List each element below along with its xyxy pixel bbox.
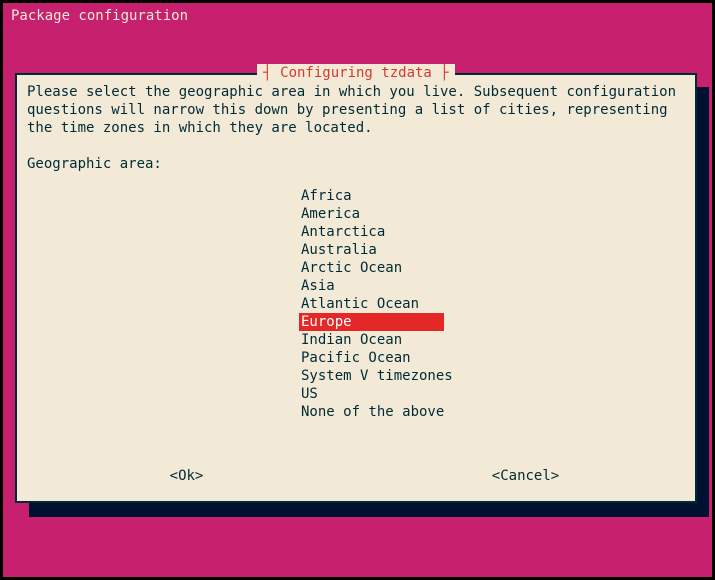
geographic-area-list[interactable]: Africa America Antarctica Australia Arct… xyxy=(299,187,459,421)
list-item-selected[interactable]: Europe xyxy=(299,313,444,331)
list-item[interactable]: Antarctica xyxy=(299,223,459,241)
list-item[interactable]: Indian Ocean xyxy=(299,331,459,349)
dialog-intro-text: Please select the geographic area in whi… xyxy=(27,83,685,137)
dialog-prompt: Geographic area: xyxy=(27,155,685,173)
screen-title: Package configuration xyxy=(3,3,712,25)
list-item[interactable]: None of the above xyxy=(299,403,459,421)
list-item[interactable]: Atlantic Ocean xyxy=(299,295,459,313)
list-item[interactable]: System V timezones xyxy=(299,367,459,385)
cancel-button[interactable]: <Cancel> xyxy=(356,467,695,485)
ok-button[interactable]: <Ok> xyxy=(17,467,356,485)
list-item[interactable]: US xyxy=(299,385,459,403)
list-item[interactable]: Asia xyxy=(299,277,459,295)
dialog-body: Please select the geographic area in whi… xyxy=(17,75,695,431)
list-item[interactable]: America xyxy=(299,205,459,223)
config-dialog: ┤ Configuring tzdata ├ Please select the… xyxy=(15,73,697,503)
list-item[interactable]: Pacific Ocean xyxy=(299,349,459,367)
dialog-buttons: <Ok> <Cancel> xyxy=(17,467,695,485)
list-item[interactable]: Africa xyxy=(299,187,459,205)
list-item[interactable]: Australia xyxy=(299,241,459,259)
list-item[interactable]: Arctic Ocean xyxy=(299,259,459,277)
